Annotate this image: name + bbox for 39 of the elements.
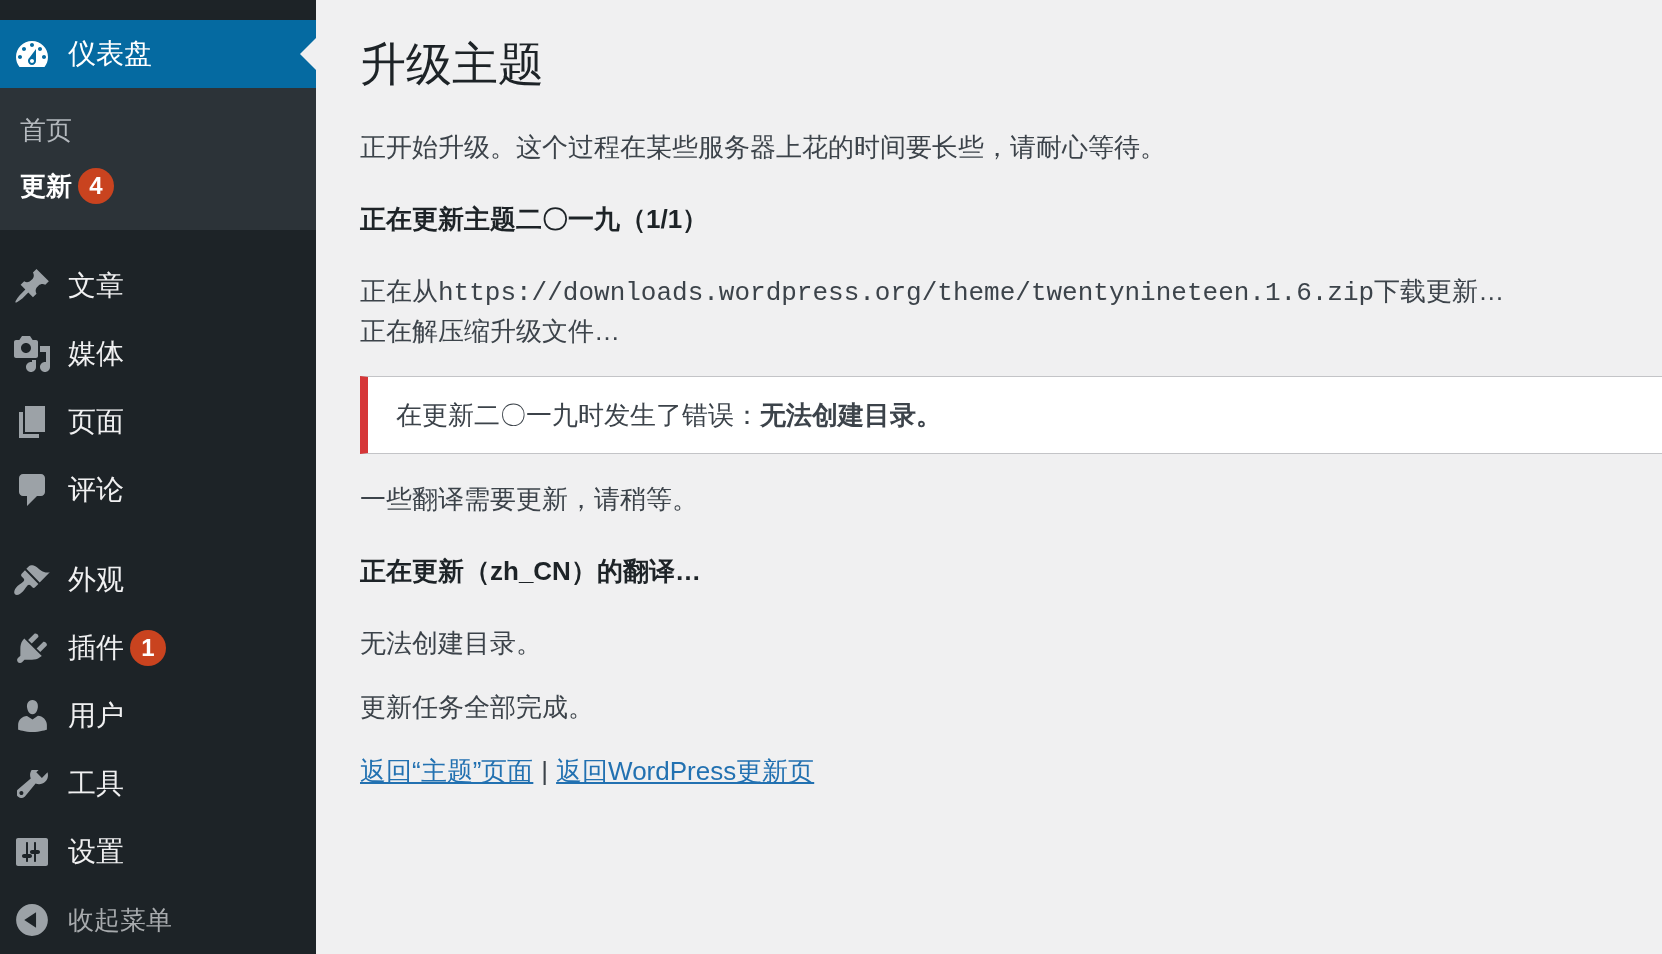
section-heading: 正在更新（zh_CN）的翻译… [360, 555, 702, 588]
menu-item[interactable]: 文章 [0, 252, 316, 320]
submenu-item[interactable]: 更新 4 [0, 158, 316, 214]
gauge-icon [16, 41, 48, 67]
pushpin-icon [15, 269, 49, 303]
menu-item[interactable]: 工具 [0, 750, 316, 818]
submenu-item[interactable]: 首页 [0, 102, 316, 158]
error-message: 在更新二〇一九时发生了错误：无法创建目录。 [396, 399, 942, 432]
log-line: 正在从https://downloads.wordpress.org/theme/twentynineteen.1.6.zip下载更新… [360, 275, 1506, 310]
sliders-icon [16, 838, 48, 866]
pages-icon [19, 406, 45, 438]
menu-item[interactable]: 设置 [0, 818, 316, 886]
menu-item[interactable]: 插件 1 [0, 614, 316, 682]
menu-item[interactable]: 页面 [0, 388, 316, 456]
menu-item[interactable]: 用户 [0, 682, 316, 750]
page-title: 升级主题 [360, 37, 544, 92]
back-link[interactable]: 返回“主题”页面 [360, 752, 534, 790]
camera-music-icon [14, 336, 50, 372]
collapse-menu-button[interactable]: 收起菜单 [0, 886, 316, 954]
link-separator: | [541, 755, 549, 788]
wrench-icon [16, 770, 48, 798]
paintbrush-icon [14, 565, 50, 595]
menu-item[interactable]: 仪表盘 [0, 20, 316, 88]
back-link[interactable]: 返回WordPress更新页 [556, 752, 815, 790]
notification-badge: 1 [130, 630, 166, 666]
log-line: 正在解压缩升级文件… [360, 315, 621, 348]
speech-bubble-icon [19, 474, 45, 506]
status-message: 一些翻译需要更新，请稍等。 [360, 483, 699, 516]
section-heading: 正在更新主题二〇一九（1/1） [360, 203, 710, 236]
user-icon [17, 700, 47, 732]
notification-badge: 4 [78, 168, 114, 204]
menu-item[interactable]: 外观 [0, 546, 316, 614]
plug-icon [17, 633, 47, 663]
menu-item[interactable]: 评论 [0, 456, 316, 524]
menu-item[interactable]: 媒体 [0, 320, 316, 388]
status-message: 无法创建目录。 [360, 627, 543, 660]
pointer-notch-icon [300, 38, 316, 70]
status-message: 更新任务全部完成。 [360, 691, 595, 724]
status-message: 正开始升级。这个过程在某些服务器上花的时间要长些，请耐心等待。 [360, 131, 1167, 164]
